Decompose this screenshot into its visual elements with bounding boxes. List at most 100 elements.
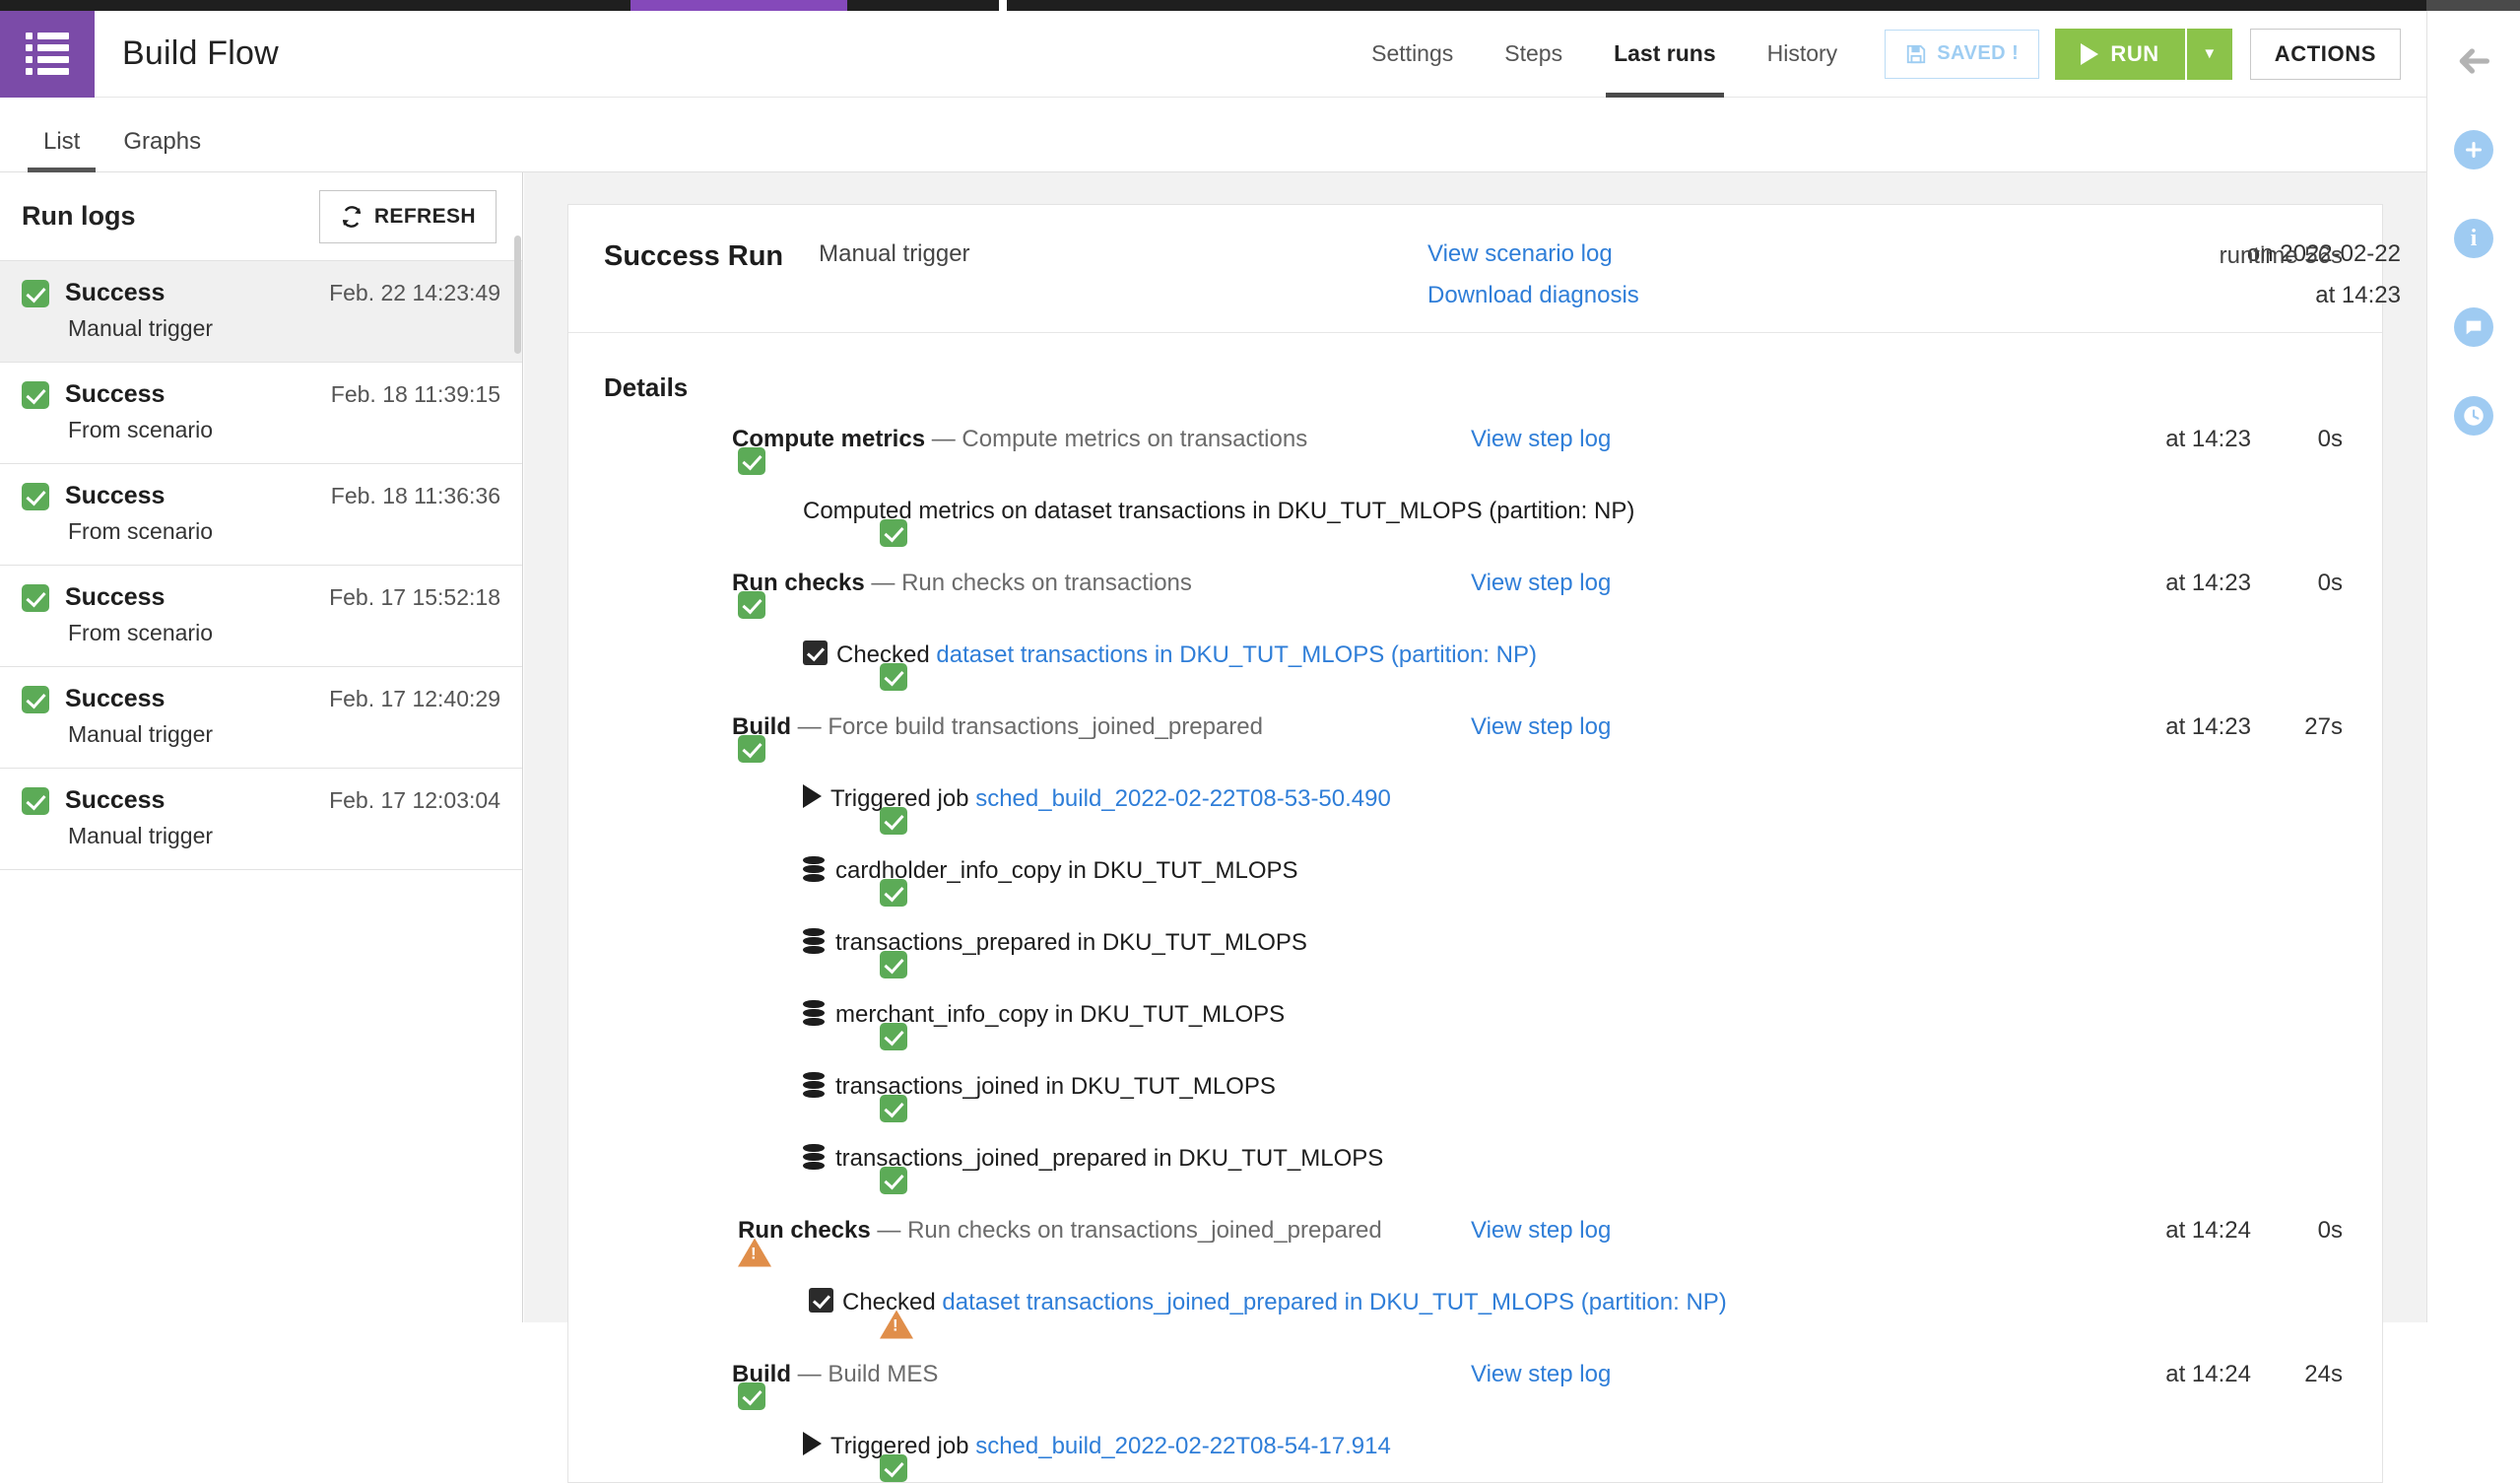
step-sub-row: Checked dataset transactions in DKU_TUT_… [568, 619, 2382, 691]
run-item-status: Success [65, 482, 165, 510]
run-item-status: Success [65, 583, 165, 612]
info-glyph: i [2454, 219, 2493, 258]
saved-button[interactable]: SAVED ! [1885, 30, 2039, 79]
step-description: Run checks on transactions_joined_prepar… [907, 1217, 1382, 1244]
step-sub-link[interactable]: dataset transactions in DKU_TUT_MLOPS (p… [936, 641, 1537, 668]
step-description: Force build transactions_joined_prepared [828, 713, 1263, 740]
success-check-icon [880, 951, 907, 978]
hamburger-list-icon[interactable] [0, 11, 95, 98]
chevron-down-icon[interactable]: ▼ [2185, 29, 2232, 80]
run-logs-header: Run logs REFRESH [0, 172, 522, 261]
sidebar-scrollbar[interactable] [514, 236, 521, 354]
step-time: at 14:23 [2093, 570, 2251, 597]
step-dash: — [925, 426, 962, 452]
view-step-log-link[interactable]: View step log [1471, 1361, 1611, 1388]
run-log-item[interactable]: SuccessFeb. 18 11:39:15From scenario [0, 363, 522, 464]
view-step-log-link[interactable]: View step log [1471, 570, 1611, 597]
step-label: Run checks — Run checks on transactions [732, 570, 1192, 597]
dark-check-icon [809, 1288, 833, 1313]
step-sub-label: Checked dataset transactions in DKU_TUT_… [803, 640, 1537, 669]
actions-button[interactable]: ACTIONS [2250, 29, 2401, 80]
run-log-item[interactable]: SuccessFeb. 18 11:36:36From scenario [0, 464, 522, 566]
success-check-icon [22, 584, 49, 612]
run-links: View scenario log Download diagnosis [1427, 240, 1639, 309]
back-arrow-icon[interactable] [2451, 38, 2496, 84]
view-step-log-link[interactable]: View step log [1471, 426, 1611, 453]
tab-settings[interactable]: Settings [1346, 11, 1479, 98]
run-item-status: Success [65, 279, 165, 307]
run-log-item[interactable]: SuccessFeb. 22 14:23:49Manual trigger [0, 261, 522, 363]
top-strip-notch [999, 0, 1007, 11]
view-step-log-link[interactable]: View step log [1471, 1217, 1611, 1245]
success-check-icon [880, 1023, 907, 1050]
run-item-date: Feb. 17 15:52:18 [329, 584, 500, 611]
step-sub-row: merchant_info_copy in DKU_TUT_MLOPS [568, 978, 2382, 1050]
run-log-item[interactable]: SuccessFeb. 17 12:40:29Manual trigger [0, 667, 522, 769]
run-log-item[interactable]: SuccessFeb. 17 12:03:04Manual trigger [0, 769, 522, 870]
subtab-graphs[interactable]: Graphs [101, 128, 223, 171]
success-check-icon [22, 381, 49, 409]
run-item-trigger: Manual trigger [68, 721, 500, 748]
clock-glyph [2454, 396, 2493, 436]
run-item-trigger: From scenario [68, 417, 500, 443]
view-scenario-log-link[interactable]: View scenario log [1427, 240, 1639, 268]
success-check-icon [880, 807, 907, 835]
subtab-list[interactable]: List [22, 128, 101, 171]
step-sub-link[interactable]: sched_build_2022-02-22T08-53-50.490 [975, 785, 1391, 812]
run-item-date: Feb. 17 12:40:29 [329, 686, 500, 712]
run-log-list: Success Feb. 22 14:23:49 Manual trigger Suc… [0, 261, 522, 870]
refresh-icon [340, 205, 364, 229]
step-sub-link[interactable]: sched_build_2022-02-22T08-54-17.914 [975, 1433, 1391, 1459]
step-sub-link[interactable]: dataset transactions_joined_prepared in … [942, 1289, 1726, 1315]
step-sub-row: Triggered job sched_build_2022-02-22T08-… [568, 763, 2382, 835]
run-log-item[interactable]: Success Feb. 17 15:52:18 From scenario [0, 566, 522, 667]
success-check-icon [880, 1167, 907, 1194]
success-check-icon [22, 483, 49, 510]
run-button[interactable]: RUN [2055, 29, 2184, 80]
save-disk-icon [1905, 43, 1927, 65]
step-sub-row: Computed metrics on dataset transactions… [568, 475, 2382, 547]
tab-last-runs[interactable]: Last runs [1588, 11, 1742, 98]
top-strip-purple-accent [630, 0, 847, 11]
step-duration: 0s [2318, 1217, 2343, 1245]
tab-history[interactable]: History [1742, 11, 1864, 98]
right-rail: i [2426, 11, 2520, 1322]
refresh-button[interactable]: REFRESH [319, 190, 497, 243]
header-nav: Settings Steps Last runs History SAVED !… [1346, 11, 2426, 98]
run-card: Success Run Manual trigger View scenario… [567, 204, 2383, 1483]
step-label: Build — Force build transactions_joined_… [732, 713, 1263, 741]
step-description: Compute metrics on transactions [962, 426, 1307, 452]
plus-icon[interactable] [2451, 127, 2496, 172]
step-sub-row: transactions_joined in DKU_TUT_MLOPS [568, 1050, 2382, 1122]
step-row: Compute metrics — Compute metrics on tra… [568, 403, 2382, 475]
success-check-icon [738, 1382, 765, 1410]
chat-bubble-icon[interactable] [2451, 304, 2496, 350]
run-button-group: RUN ▼ [2055, 29, 2231, 80]
step-sub-label: cardholder_info_copy in DKU_TUT_MLOPS [803, 856, 1298, 885]
view-step-log-link[interactable]: View step log [1471, 713, 1611, 741]
step-sub-row: transactions_prepared in DKU_TUT_MLOPS [568, 907, 2382, 978]
step-time: at 14:24 [2093, 1361, 2251, 1388]
database-icon [803, 1072, 825, 1098]
run-item-trigger: From scenario [68, 620, 500, 646]
run-time: at 14:23 [2315, 282, 2401, 309]
database-icon [803, 1000, 825, 1026]
refresh-label: REFRESH [374, 205, 476, 229]
plus-glyph [2454, 130, 2493, 169]
database-icon [803, 1144, 825, 1170]
run-item-date: Feb. 22 14:23:49 [329, 280, 500, 306]
run-logs-title: Run logs [22, 201, 136, 232]
tab-steps[interactable]: Steps [1479, 11, 1588, 98]
info-icon[interactable]: i [2451, 216, 2496, 261]
step-sub-text: transactions_joined_prepared in DKU_TUT_… [835, 1145, 1383, 1172]
step-sub-label: Computed metrics on dataset transactions… [803, 498, 1634, 525]
step-row: Build — Force build transactions_joined_… [568, 691, 2382, 763]
top-strip-right-segment [2426, 0, 2520, 11]
run-card-header: Success Run Manual trigger View scenario… [568, 205, 2382, 333]
clock-history-icon[interactable] [2451, 393, 2496, 438]
os-top-strip [0, 0, 2520, 11]
page-title: Build Flow [122, 34, 279, 73]
download-diagnosis-link[interactable]: Download diagnosis [1427, 282, 1639, 309]
step-duration: 0s [2318, 426, 2343, 453]
run-item-date: Feb. 18 11:36:36 [331, 483, 500, 509]
